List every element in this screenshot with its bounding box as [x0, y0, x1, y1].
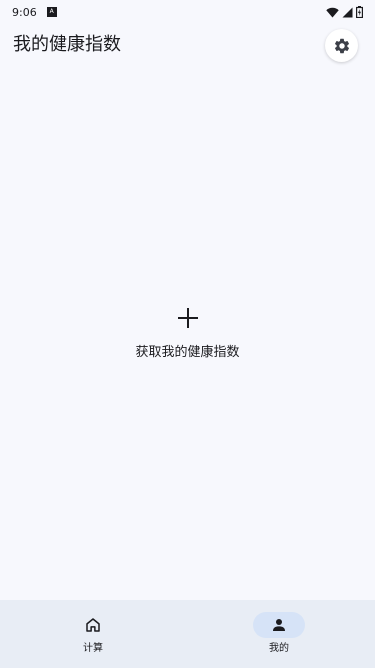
status-time: 9:06	[12, 5, 37, 19]
nav-item-mine[interactable]: 我的	[219, 600, 339, 668]
page-title: 我的健康指数	[13, 34, 121, 55]
home-icon	[86, 618, 100, 632]
battery-icon	[356, 6, 363, 18]
nav-label-mine: 我的	[269, 643, 289, 654]
status-bar: 9:06 A	[0, 0, 375, 24]
status-left: 9:06 A	[12, 6, 57, 19]
add-label[interactable]: 获取我的健康指数	[135, 344, 239, 362]
notification-icon: A	[46, 7, 57, 17]
nav-label-calculate: 计算	[83, 643, 103, 654]
signal-icon	[342, 7, 353, 17]
settings-button[interactable]	[325, 29, 358, 62]
wifi-icon	[326, 7, 339, 17]
nav-active-indicator	[253, 612, 305, 638]
gear-icon	[334, 38, 349, 53]
nav-icon-container	[67, 612, 119, 638]
person-icon	[273, 619, 285, 631]
get-health-index-area: 获取我的健康指数	[0, 300, 375, 362]
bottom-navigation: 计算 我的	[0, 600, 375, 668]
top-app-bar: 我的健康指数	[0, 24, 375, 68]
app-screen: 9:06 A 我的健康指数 获取我的健康指数 计算 我的	[0, 0, 375, 668]
nav-item-calculate[interactable]: 计算	[33, 600, 153, 668]
status-right	[326, 6, 363, 18]
plus-icon	[177, 308, 198, 328]
add-button[interactable]	[170, 300, 206, 336]
